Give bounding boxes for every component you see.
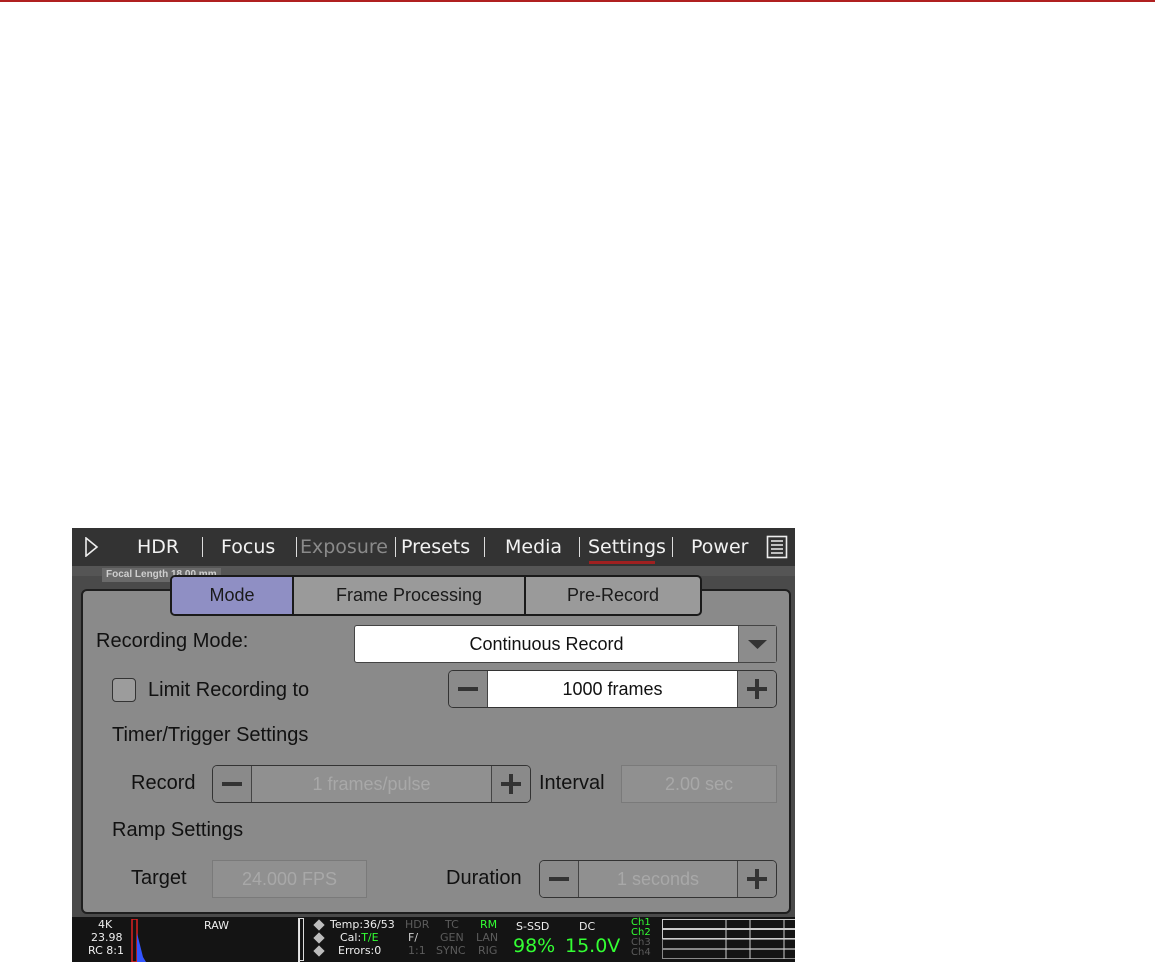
rig-indicator: RIG — [478, 944, 498, 957]
menu-exposure: Exposure — [300, 536, 388, 558]
page-top-rule — [0, 0, 1155, 2]
limit-frames-value[interactable]: 1000 frames — [488, 671, 737, 707]
menu-separator — [579, 537, 580, 557]
interval-field[interactable]: 2.00 sec — [621, 765, 777, 803]
record-frames-value: 1 frames/pulse — [252, 766, 491, 802]
tab-mode[interactable]: Mode — [172, 577, 294, 614]
target-fps-field[interactable]: 24.000 FPS — [212, 860, 367, 898]
cal-value: T/E — [361, 931, 379, 944]
target-label: Target — [131, 867, 187, 889]
gen-indicator: GEN — [440, 931, 464, 944]
lan-indicator: LAN — [476, 931, 499, 944]
recording-mode-value: Continuous Record — [469, 634, 624, 654]
hdr-indicator: HDR — [405, 918, 430, 931]
cal-prefix: Cal: — [340, 931, 362, 944]
temp-indicator-icon — [313, 919, 325, 931]
menu-separator — [672, 537, 673, 557]
menu-hdr[interactable]: HDR — [137, 536, 179, 558]
menu-presets[interactable]: Presets — [401, 536, 470, 558]
menu-separator — [202, 537, 203, 557]
fps-readout: 23.98 — [91, 931, 123, 944]
menu-power[interactable]: Power — [691, 536, 748, 558]
duration-label: Duration — [446, 867, 522, 889]
media-label: S-SSD — [516, 920, 550, 933]
minus-icon — [222, 782, 242, 786]
cal-readout: Cal:T/E — [340, 932, 379, 944]
dropdown-arrow[interactable] — [738, 626, 776, 662]
limit-decrease-button[interactable] — [449, 671, 488, 707]
power-source-label: DC — [579, 920, 596, 933]
record-label: Record — [131, 772, 196, 794]
media-percent: 98% — [513, 935, 556, 957]
record-frames-stepper[interactable]: 1 frames/pulse — [212, 765, 531, 803]
menu-separator — [296, 537, 297, 557]
sync-indicator: SYNC — [436, 944, 466, 957]
duration-decrease-button[interactable] — [540, 861, 579, 897]
tab-pre-record[interactable]: Pre-Record — [526, 577, 700, 614]
record-decrease-button[interactable] — [213, 766, 252, 802]
ratio-indicator: 1:1 — [408, 944, 426, 957]
recording-mode-select[interactable]: Continuous Record — [354, 625, 777, 663]
rm-indicator: RM — [480, 918, 498, 931]
minus-icon — [549, 877, 569, 881]
menu-settings[interactable]: Settings — [588, 536, 666, 558]
menu-separator — [484, 537, 485, 557]
resolution-readout: 4K — [98, 918, 113, 931]
record-increase-button[interactable] — [491, 766, 530, 802]
cal-indicator-icon — [313, 932, 325, 944]
ramp-settings-heading: Ramp Settings — [112, 819, 244, 841]
raw-indicator: RAW — [204, 919, 229, 932]
play-icon[interactable] — [85, 537, 99, 557]
channel-4-label: Ch4 — [631, 947, 651, 958]
limit-increase-button[interactable] — [737, 671, 776, 707]
limit-recording-label: Limit Recording to — [148, 679, 310, 701]
errors-indicator-icon — [313, 945, 325, 957]
menu-list-icon[interactable] — [766, 535, 788, 559]
audio-meters-graphic — [662, 919, 795, 959]
menu-media[interactable]: Media — [505, 536, 562, 558]
minus-icon — [458, 687, 478, 691]
chevron-down-icon — [748, 640, 767, 649]
temp-readout: Temp:36/53 — [330, 918, 395, 931]
duration-increase-button[interactable] — [737, 861, 776, 897]
meter-bracket — [298, 918, 304, 961]
tab-frame-processing[interactable]: Frame Processing — [294, 577, 526, 614]
menu-focus[interactable]: Focus — [221, 536, 275, 558]
menu-separator — [395, 537, 396, 557]
tc-indicator: TC — [445, 918, 459, 931]
duration-value: 1 seconds — [579, 861, 737, 897]
status-bar: 4K 23.98 RC 8:1 RAW Temp:36/53 Cal:T/E E… — [72, 917, 795, 962]
menu-active-indicator — [589, 561, 655, 564]
power-voltage: 15.0V — [565, 935, 621, 957]
limit-recording-checkbox[interactable] — [112, 678, 136, 702]
camera-screen: HDR Focus Exposure Presets Media Setting… — [72, 528, 795, 962]
interval-label: Interval — [539, 772, 605, 794]
compression-readout: RC 8:1 — [88, 944, 124, 957]
f-stop-indicator: F/ — [408, 931, 419, 944]
limit-frames-stepper[interactable]: 1000 frames — [448, 670, 777, 708]
errors-readout: Errors:0 — [338, 944, 382, 957]
recording-mode-label: Recording Mode: — [96, 630, 249, 652]
timer-trigger-heading: Timer/Trigger Settings — [112, 724, 309, 746]
menu-bar: HDR Focus Exposure Presets Media Setting… — [72, 528, 795, 566]
duration-stepper[interactable]: 1 seconds — [539, 860, 777, 898]
settings-tabs: Mode Frame Processing Pre-Record — [170, 575, 702, 616]
